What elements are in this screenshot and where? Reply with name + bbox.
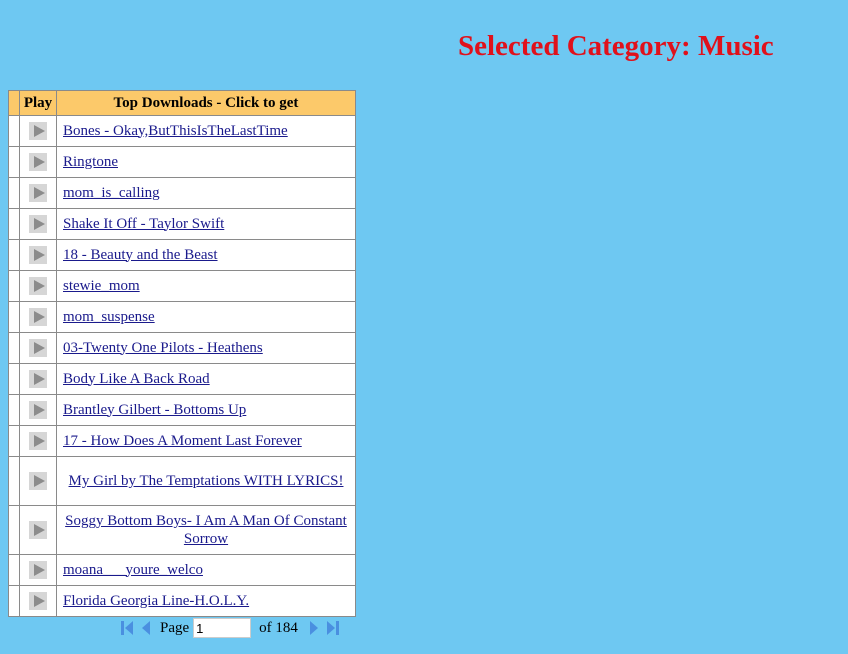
table-row: Soggy Bottom Boys- I Am A Man Of Constan… xyxy=(8,505,356,555)
table-row: Florida Georgia Line-H.O.L.Y. xyxy=(8,585,356,617)
play-icon[interactable] xyxy=(29,215,47,233)
play-icon[interactable] xyxy=(29,561,47,579)
download-link[interactable]: moana___youre_welco xyxy=(63,562,203,578)
download-link[interactable]: Brantley Gilbert - Bottoms Up xyxy=(63,402,246,418)
table-row: stewie_mom xyxy=(8,270,356,302)
play-column-header: Play xyxy=(19,90,57,116)
page-number-input[interactable] xyxy=(193,618,252,638)
table-header-row: Play Top Downloads - Click to get xyxy=(8,90,356,116)
download-link[interactable]: mom_is_calling xyxy=(63,185,160,201)
play-icon[interactable] xyxy=(29,521,47,539)
play-icon[interactable] xyxy=(29,308,47,326)
download-link[interactable]: mom_suspense xyxy=(63,309,155,325)
blank-header xyxy=(8,90,20,116)
play-icon[interactable] xyxy=(29,277,47,295)
table-row: 17 - How Does A Moment Last Forever xyxy=(8,425,356,457)
title-column-header: Top Downloads - Click to get xyxy=(56,90,356,116)
play-icon[interactable] xyxy=(29,122,47,140)
pagination: Page of 184 xyxy=(118,616,342,640)
play-icon[interactable] xyxy=(29,339,47,357)
play-icon[interactable] xyxy=(29,401,47,419)
table-row: Shake It Off - Taylor Swift xyxy=(8,208,356,240)
play-icon[interactable] xyxy=(29,472,47,490)
download-link[interactable]: 03-Twenty One Pilots - Heathens xyxy=(63,340,263,356)
play-icon[interactable] xyxy=(29,246,47,264)
play-icon[interactable] xyxy=(29,184,47,202)
next-page-icon[interactable] xyxy=(306,619,324,637)
table-row: Brantley Gilbert - Bottoms Up xyxy=(8,394,356,426)
play-icon[interactable] xyxy=(29,592,47,610)
table-row: My Girl by The Temptations WITH LYRICS! xyxy=(8,456,356,506)
table-row: mom_is_calling xyxy=(8,177,356,209)
total-pages-label: of 184 xyxy=(259,619,298,636)
download-link[interactable]: Soggy Bottom Boys- I Am A Man Of Constan… xyxy=(65,513,347,547)
download-link[interactable]: Florida Georgia Line-H.O.L.Y. xyxy=(63,593,249,609)
table-row: Ringtone xyxy=(8,146,356,178)
top-downloads-table: Play Top Downloads - Click to get Bones … xyxy=(8,90,356,617)
page-label: Page xyxy=(160,619,190,636)
first-page-icon[interactable] xyxy=(118,619,136,637)
table-row: moana___youre_welco xyxy=(8,554,356,586)
download-link[interactable]: 17 - How Does A Moment Last Forever xyxy=(63,433,302,449)
play-icon[interactable] xyxy=(29,432,47,450)
table-row: mom_suspense xyxy=(8,301,356,333)
selected-category-title: Selected Category: Music xyxy=(458,30,774,62)
prev-page-icon[interactable] xyxy=(136,619,154,637)
table-row: Bones - Okay,ButThisIsTheLastTime xyxy=(8,115,356,147)
download-link[interactable]: 18 - Beauty and the Beast xyxy=(63,247,218,263)
download-link[interactable]: Body Like A Back Road xyxy=(63,371,210,387)
last-page-icon[interactable] xyxy=(324,619,342,637)
table-row: 03-Twenty One Pilots - Heathens xyxy=(8,332,356,364)
download-link[interactable]: Shake It Off - Taylor Swift xyxy=(63,216,224,232)
download-link[interactable]: Bones - Okay,ButThisIsTheLastTime xyxy=(63,123,288,139)
download-link[interactable]: stewie_mom xyxy=(63,278,140,294)
table-row: 18 - Beauty and the Beast xyxy=(8,239,356,271)
table-row: Body Like A Back Road xyxy=(8,363,356,395)
play-icon[interactable] xyxy=(29,153,47,171)
download-link[interactable]: My Girl by The Temptations WITH LYRICS! xyxy=(69,473,344,489)
play-icon[interactable] xyxy=(29,370,47,388)
download-link[interactable]: Ringtone xyxy=(63,154,118,170)
